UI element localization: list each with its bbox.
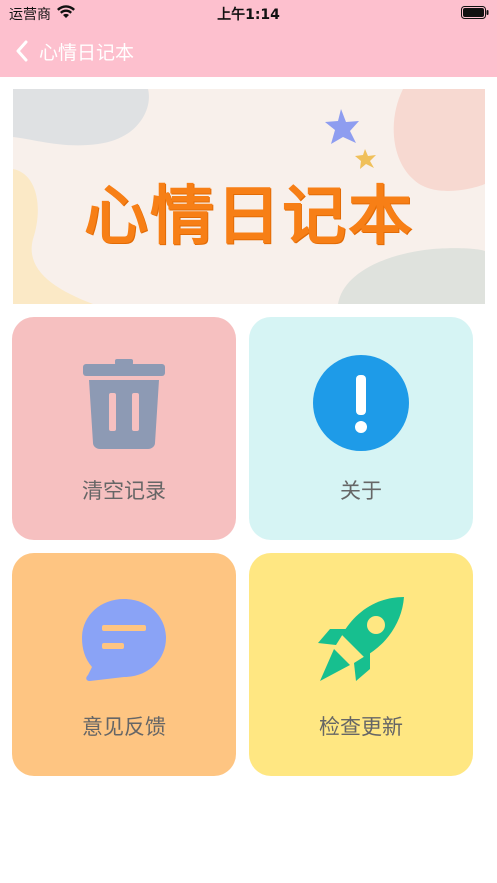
page-title: 心情日记本 [39,42,135,64]
clear-records-label: 清空记录 [82,479,166,503]
navigation-bar: 心情日记本 [0,26,497,76]
chat-icon [82,599,166,681]
app-header: 运营商 上午1:14 心情日记本 [0,0,497,77]
feedback-card[interactable]: 意见反馈 [12,553,236,776]
check-update-card[interactable]: 检查更新 [249,553,473,776]
status-bar: 运营商 上午1:14 [0,0,497,26]
info-icon [313,355,409,451]
banner-image: 心情日记本 [13,89,485,304]
clock: 上午1:14 [217,7,280,23]
banner-title: 心情日记本 [84,180,414,254]
check-update-label: 检查更新 [319,715,403,739]
back-chevron-icon[interactable] [14,40,30,62]
battery-icon [461,6,489,19]
about-label: 关于 [340,479,382,503]
clear-records-card[interactable]: 清空记录 [12,317,236,540]
feedback-label: 意见反馈 [82,715,166,739]
trash-icon [83,359,165,449]
rocket-icon [318,597,404,681]
about-card[interactable]: 关于 [249,317,473,540]
